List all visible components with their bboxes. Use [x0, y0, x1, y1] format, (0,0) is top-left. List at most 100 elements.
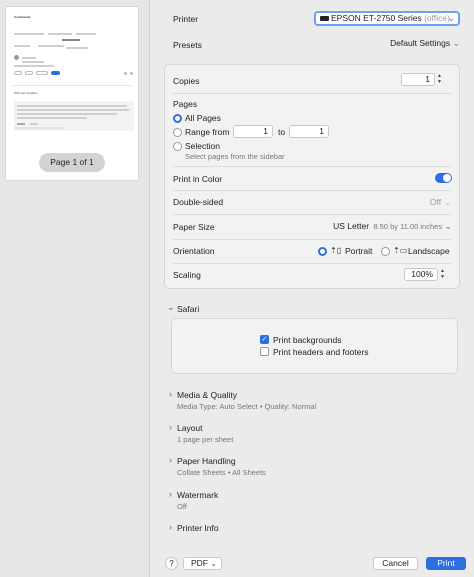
- range-from-field[interactable]: 1: [233, 125, 273, 138]
- print-headers-checkbox[interactable]: [260, 347, 269, 356]
- divider: [173, 214, 451, 215]
- chevron-right-icon: ›: [169, 389, 172, 399]
- chevron-down-icon: ⌄: [210, 559, 217, 568]
- layout-section[interactable]: › Layout 1 page per sheet: [164, 421, 460, 445]
- printer-name: EPSON ET-2750 Series: [331, 13, 422, 23]
- section-subtitle: Off: [177, 502, 187, 511]
- section-title: Printer Info: [177, 523, 219, 533]
- landscape-radio[interactable]: [381, 247, 390, 256]
- thumbnail-button: [51, 71, 60, 75]
- print-button[interactable]: Print: [426, 557, 466, 570]
- pdf-menu-button[interactable]: PDF ⌄: [183, 557, 222, 570]
- paper-handling-section[interactable]: › Paper Handling Collate Sheets • All Sh…: [164, 454, 460, 478]
- section-title: Layout: [177, 423, 203, 433]
- thumbnail-line: [14, 33, 44, 35]
- selection-radio[interactable]: [173, 142, 182, 151]
- chevron-updown-icon: ⌄: [444, 221, 452, 231]
- portrait-label: Portrait: [345, 246, 373, 256]
- thumbnail-button: [36, 71, 48, 75]
- cancel-button[interactable]: Cancel: [373, 557, 418, 570]
- paper-size-select[interactable]: US Letter 8.50 by 11.00 inches ⌄: [333, 221, 452, 232]
- thumbnail-button: [25, 71, 33, 75]
- range-label: Range from: [185, 127, 230, 137]
- presets-label: Presets: [173, 40, 202, 50]
- copies-field[interactable]: 1: [401, 73, 435, 86]
- thumbnail-button: [14, 71, 22, 75]
- thumbnail-line: [14, 45, 30, 47]
- chevron-updown-icon: ⌄: [447, 13, 455, 23]
- thumbnail-title: Community: [14, 15, 31, 19]
- divider: [173, 166, 451, 167]
- page-indicator: Page 1 of 1: [39, 153, 105, 172]
- chevron-right-icon: ›: [169, 489, 172, 499]
- selection-hint: Select pages from the sidebar: [185, 152, 285, 161]
- thumbnail-line: [38, 45, 64, 47]
- thumbnail-divider: [12, 85, 132, 86]
- print-settings-pane: Printer EPSON ET-2750 Series (office) ⌄ …: [164, 0, 466, 577]
- section-subtitle: 1 page per sheet: [177, 435, 234, 444]
- double-sided-value: Off: [429, 197, 442, 207]
- printer-info-section[interactable]: › Printer Info: [164, 521, 460, 535]
- printer-label: Printer: [173, 14, 199, 24]
- double-sided-select[interactable]: Off ⌄: [430, 197, 451, 208]
- section-title: Paper Handling: [177, 456, 236, 466]
- range-radio[interactable]: [173, 128, 182, 137]
- print-in-color-toggle[interactable]: [435, 173, 452, 183]
- thumbnail-icon: [130, 72, 133, 75]
- chevron-updown-icon: ⌄: [452, 38, 460, 48]
- range-to-field[interactable]: 1: [289, 125, 329, 138]
- thumbnail-line: [22, 61, 44, 63]
- scaling-field[interactable]: 100%: [404, 268, 438, 281]
- thumbnail-line: [62, 39, 80, 41]
- pdf-label: PDF: [191, 558, 208, 568]
- range-to-label: to: [278, 127, 286, 137]
- paper-size-detail: 8.50 by 11.00 inches: [373, 222, 443, 231]
- help-button[interactable]: ?: [165, 557, 178, 570]
- copies-stepper-icon[interactable]: ▲ ▼: [436, 73, 443, 86]
- print-options-group: Copies 1 ▲ ▼ Pages All Pages Range from 1…: [164, 64, 460, 289]
- scaling-label: Scaling: [173, 270, 201, 280]
- landscape-label: Landscape: [408, 246, 450, 256]
- presets-select[interactable]: Default Settings ⌄: [390, 38, 460, 49]
- scaling-stepper-icon[interactable]: ▲ ▼: [439, 268, 446, 281]
- presets-value: Default Settings: [390, 38, 451, 48]
- chevron-updown-icon: ⌄: [443, 197, 451, 207]
- section-title: Media & Quality: [177, 390, 237, 400]
- print-backgrounds-label: Print backgrounds: [273, 335, 342, 345]
- media-quality-section[interactable]: › Media & Quality Media Type: Auto Selec…: [164, 388, 460, 412]
- chevron-right-icon: ›: [169, 455, 172, 465]
- copies-label: Copies: [173, 76, 200, 86]
- section-subtitle: Media Type: Auto Select • Quality: Norma…: [177, 402, 317, 411]
- section-subtitle: Collate Sheets • All Sheets: [177, 468, 266, 477]
- selection-label: Selection: [185, 141, 220, 151]
- watermark-section[interactable]: › Watermark Off: [164, 488, 460, 512]
- paper-size-value: US Letter: [333, 221, 370, 231]
- divider: [173, 263, 451, 264]
- thumbnail-line: [76, 33, 96, 35]
- print-in-color-label: Print in Color: [173, 174, 223, 184]
- thumbnail-heading: Print out of option: [14, 91, 38, 95]
- thumbnail-avatar: [14, 55, 19, 60]
- print-headers-label: Print headers and footers: [273, 347, 369, 357]
- printer-select[interactable]: EPSON ET-2750 Series (office) ⌄: [314, 11, 460, 26]
- chevron-right-icon: ›: [169, 422, 172, 432]
- preview-pane: Community Print out of option Page 1 of …: [0, 0, 150, 577]
- chevron-right-icon: ›: [169, 522, 172, 532]
- all-pages-label: All Pages: [185, 113, 221, 123]
- thumbnail-line: [22, 57, 36, 59]
- landscape-icon: ⇡▭: [393, 246, 408, 255]
- print-backgrounds-checkbox[interactable]: ✓: [260, 335, 269, 344]
- safari-options-group: ✓ Print backgrounds Print headers and fo…: [171, 318, 458, 374]
- portrait-radio[interactable]: [318, 247, 327, 256]
- thumbnail-line: [48, 33, 72, 35]
- thumbnail-line: [14, 127, 64, 129]
- thumbnail-line: [66, 47, 88, 49]
- divider: [173, 239, 451, 240]
- thumbnail-line: [14, 65, 54, 67]
- paper-size-label: Paper Size: [173, 222, 215, 232]
- chevron-down-icon[interactable]: ⌄: [167, 302, 175, 313]
- safari-section-title[interactable]: Safari: [177, 304, 199, 314]
- thumbnail-icon: [124, 72, 127, 75]
- all-pages-radio[interactable]: [173, 114, 182, 123]
- printer-location: (office): [424, 13, 450, 23]
